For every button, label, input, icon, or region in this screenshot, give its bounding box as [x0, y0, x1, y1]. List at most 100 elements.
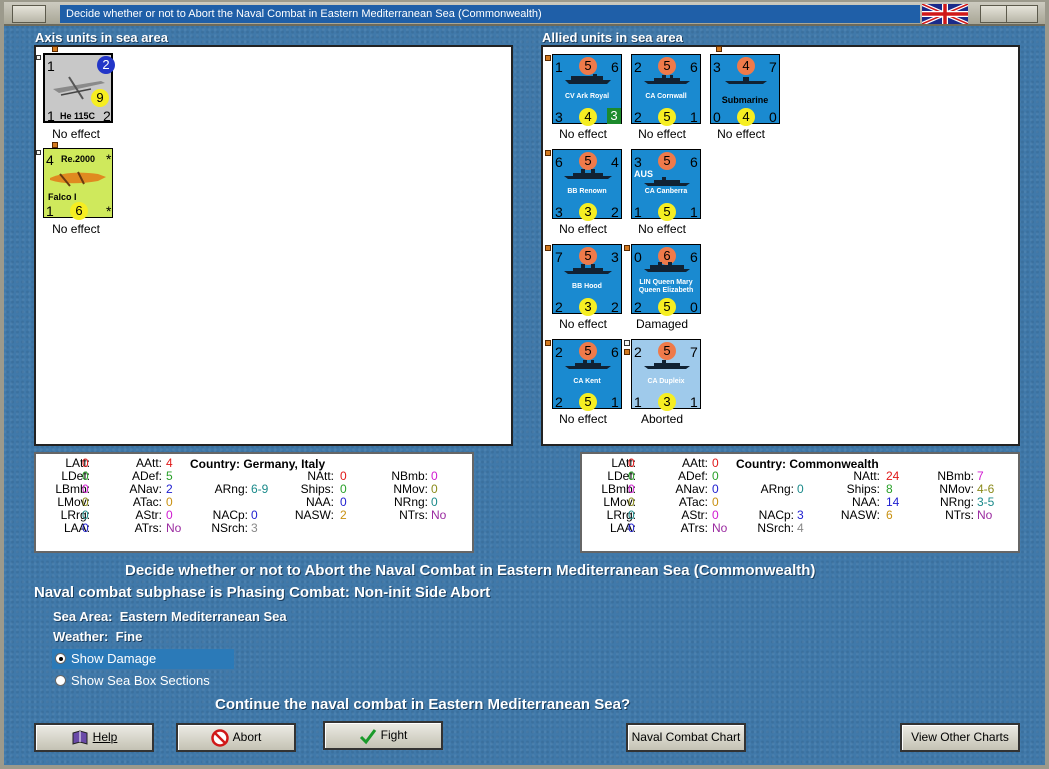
cruiser-icon	[565, 360, 611, 369]
radio-unselected-icon[interactable]	[55, 675, 66, 686]
liner-icon	[644, 262, 690, 272]
allied-counter-renown[interactable]: 6 5 4 BB Renown 3 3 2	[552, 149, 622, 221]
unit-name: He 115C	[60, 111, 96, 121]
stat-label: NSrch:	[757, 521, 794, 535]
allied-status-1: No effect	[638, 127, 686, 141]
allied-status-7: No effect	[559, 412, 607, 426]
stat-value: 0	[82, 521, 89, 535]
orange-marker	[624, 245, 630, 251]
allied-status-4: No effect	[638, 222, 686, 236]
white-marker	[36, 55, 41, 60]
allied-counter-cornwall[interactable]: 2 5 6 CA Cornwall 2 5 1	[631, 54, 701, 126]
stat-label: ATrs:	[680, 521, 708, 535]
axis-counter-he115c[interactable]: 1 2 9 1 He 115C 2	[43, 53, 115, 124]
allied-status-3: No effect	[559, 222, 607, 236]
naval-combat-chart-button[interactable]: Naval Combat Chart	[626, 723, 746, 752]
stat-label: NTrs:	[399, 508, 428, 522]
cruiser-icon	[644, 75, 690, 84]
no-entry-icon	[210, 729, 229, 747]
show-damage-option[interactable]: Show Damage	[52, 649, 234, 669]
orange-marker	[624, 349, 630, 355]
title-bar: Decide whether or not to Abort the Naval…	[4, 2, 1045, 26]
allied-status-8: Aborted	[640, 412, 684, 426]
help-button[interactable]: Help	[34, 723, 154, 752]
allied-counter-queen-mary[interactable]: 0 6 6 LIN Queen Mary Queen Elizabeth 2 5…	[631, 244, 701, 316]
stat-label: NSrch:	[211, 521, 248, 535]
stat-value: No	[431, 508, 447, 522]
cruiser-icon	[644, 177, 690, 186]
fighter-plane-icon	[50, 171, 106, 187]
show-sea-box-option[interactable]: Show Sea Box Sections	[52, 671, 234, 691]
stat-label: ARng:	[760, 482, 794, 496]
checkmark-icon	[359, 728, 376, 745]
orange-marker	[545, 150, 551, 156]
close-button[interactable]	[1006, 5, 1038, 23]
help-book-icon	[72, 730, 88, 745]
radio-selected-icon[interactable]	[55, 653, 66, 664]
allied-status-0: No effect	[559, 127, 607, 141]
stat-value: 0	[797, 482, 804, 496]
allied-units-label: Allied units in sea area	[542, 30, 683, 45]
allied-counter-hood[interactable]: 7 5 3 BB Hood 2 3 2	[552, 244, 622, 316]
stat-value: No	[166, 521, 182, 535]
axis-counter-re2000[interactable]: 4 Re.2000 * Falco I 1 6 *	[43, 148, 113, 220]
battleship-icon	[564, 169, 612, 179]
weather-value: Fine	[115, 629, 143, 644]
weather-info: Weather: Fine	[53, 629, 142, 644]
allied-status-6: Damaged	[635, 317, 689, 331]
window-title: Decide whether or not to Abort the Naval…	[60, 5, 920, 23]
stat-label: ARng:	[214, 482, 248, 496]
stat-label: ATrs:	[134, 521, 162, 535]
allied-counter-submarine[interactable]: 3 4 7 Submarine 0 4 0	[710, 54, 780, 126]
orange-marker	[545, 245, 551, 251]
sea-area-info: Sea Area: Eastern Mediterranean Sea	[53, 609, 287, 624]
stat-value: No	[712, 521, 728, 535]
white-marker	[624, 340, 630, 346]
weather-label: Weather:	[53, 629, 109, 644]
unit-type: Re.2000	[61, 154, 96, 164]
stat-value: 6-9	[251, 482, 269, 496]
allied-counter-ark-royal[interactable]: 1 5 6 CV Ark Royal 3 4 3	[552, 54, 622, 126]
orange-marker	[545, 340, 551, 346]
stat-value: No	[977, 508, 993, 522]
country-label: Country:	[190, 457, 240, 471]
carrier-icon	[565, 74, 611, 84]
allied-counter-kent[interactable]: 2 5 6 CA Kent 2 5 1	[552, 339, 622, 411]
allied-stats-panel: LAtt: LDef: LBmb: LMov: LRrg: LAA: 0 0 0…	[580, 452, 1020, 553]
stat-value: 4	[797, 521, 804, 535]
view-other-charts-button[interactable]: View Other Charts	[900, 723, 1020, 752]
country-label: Country:	[736, 457, 786, 471]
fight-button[interactable]: Fight	[323, 721, 443, 750]
stat-label: NTrs:	[945, 508, 974, 522]
unit-name: Falco I	[48, 192, 77, 202]
stat-label: NASW:	[840, 508, 880, 522]
axis-stats-panel: LAtt: LDef: LBmb: LMov: LRrg: LAA: 0 0 0…	[34, 452, 474, 553]
stat-value: 3	[251, 521, 258, 535]
axis-status-0: No effect	[52, 127, 100, 141]
axis-units-label: Axis units in sea area	[35, 30, 168, 45]
continue-question: Continue the naval combat in Eastern Med…	[215, 696, 631, 713]
abort-button[interactable]: Abort	[176, 723, 296, 752]
stat-value: 2	[340, 508, 347, 522]
stat-value: 6	[886, 508, 893, 522]
cruiser-icon	[644, 360, 690, 369]
axis-status-1: No effect	[52, 222, 100, 236]
sea-area-value: Eastern Mediterranean Sea	[119, 609, 287, 624]
headline-message: Decide whether or not to Abort the Naval…	[125, 562, 816, 579]
stat-label: NASW:	[294, 508, 334, 522]
allied-counter-dupleix[interactable]: 2 5 7 CA Dupleix 1 3 1	[631, 339, 701, 411]
orange-marker	[52, 46, 58, 52]
allied-status-5: No effect	[559, 317, 607, 331]
stat-value: 0	[628, 521, 635, 535]
system-menu-button[interactable]	[12, 5, 46, 23]
orange-marker	[716, 46, 722, 52]
white-marker	[36, 150, 41, 155]
union-jack-flag-icon	[922, 4, 968, 24]
allied-counter-canberra[interactable]: 3 5 6 AUS CA Canberra 1 5 1	[631, 149, 701, 221]
allied-status-2: No effect	[717, 127, 765, 141]
subphase-message: Naval combat subphase is Phasing Combat:…	[34, 584, 491, 601]
submarine-icon	[725, 77, 767, 84]
battleship-icon	[564, 264, 612, 274]
orange-marker	[545, 55, 551, 61]
sea-area-label: Sea Area:	[53, 609, 113, 624]
